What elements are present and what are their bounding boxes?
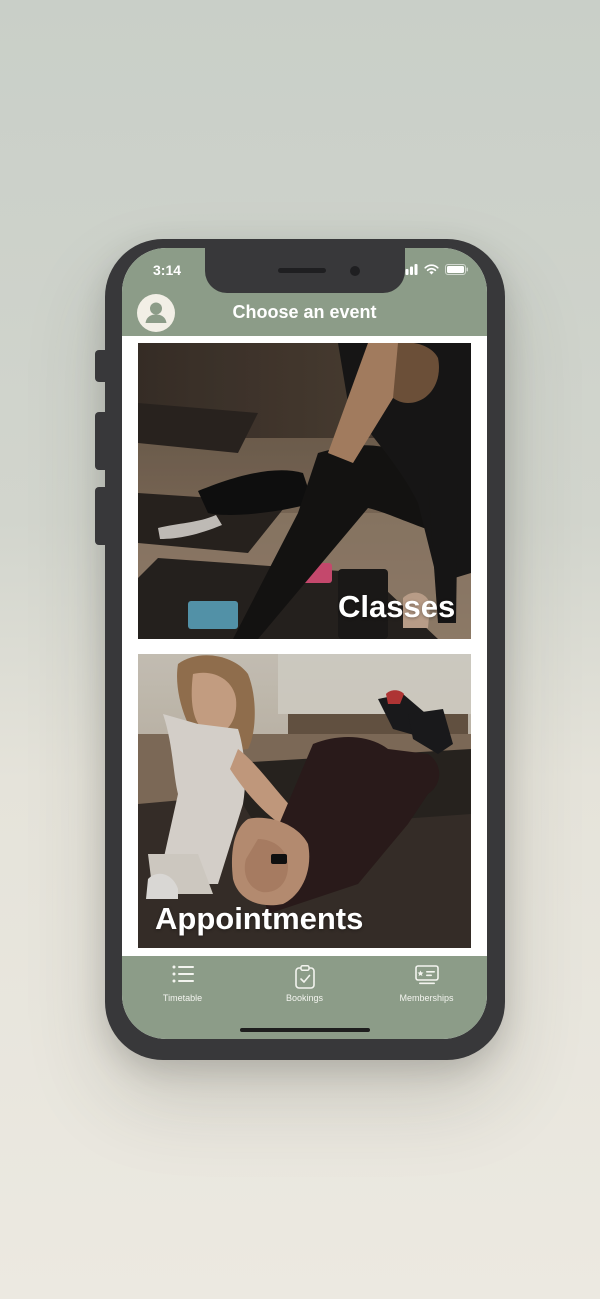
battery-icon xyxy=(445,264,468,275)
wifi-icon xyxy=(424,264,439,275)
classes-label: Classes xyxy=(338,589,456,624)
membership-card-icon xyxy=(414,965,439,985)
appointments-card[interactable]: Appointments xyxy=(138,654,471,948)
tab-bookings-label: Bookings xyxy=(285,993,324,1003)
device-notch xyxy=(205,248,405,293)
volume-up-button xyxy=(95,412,109,470)
app-screen: 3:14 Choose an event Classes Appointment… xyxy=(122,248,487,1039)
list-icon xyxy=(172,965,194,983)
status-icons xyxy=(401,264,469,275)
bottom-tab-bar: Timetable Bookings Memberships xyxy=(122,956,487,1039)
tab-memberships[interactable]: Memberships xyxy=(366,956,487,1016)
speaker xyxy=(278,268,326,273)
front-camera xyxy=(350,266,360,276)
classes-card[interactable]: Classes xyxy=(138,343,471,639)
clipboard-check-icon xyxy=(294,965,315,989)
app-header: 3:14 Choose an event xyxy=(122,248,487,336)
volume-down-button xyxy=(95,487,109,545)
status-time: 3:14 xyxy=(153,262,182,278)
page-title: Choose an event xyxy=(232,302,377,322)
mute-switch xyxy=(95,350,109,382)
tab-timetable-label: Timetable xyxy=(162,993,203,1003)
appointments-label: Appointments xyxy=(155,901,364,936)
home-indicator xyxy=(240,1028,370,1032)
tab-bookings[interactable]: Bookings xyxy=(244,956,365,1016)
tab-memberships-label: Memberships xyxy=(399,993,454,1003)
tab-timetable[interactable]: Timetable xyxy=(122,956,243,1016)
